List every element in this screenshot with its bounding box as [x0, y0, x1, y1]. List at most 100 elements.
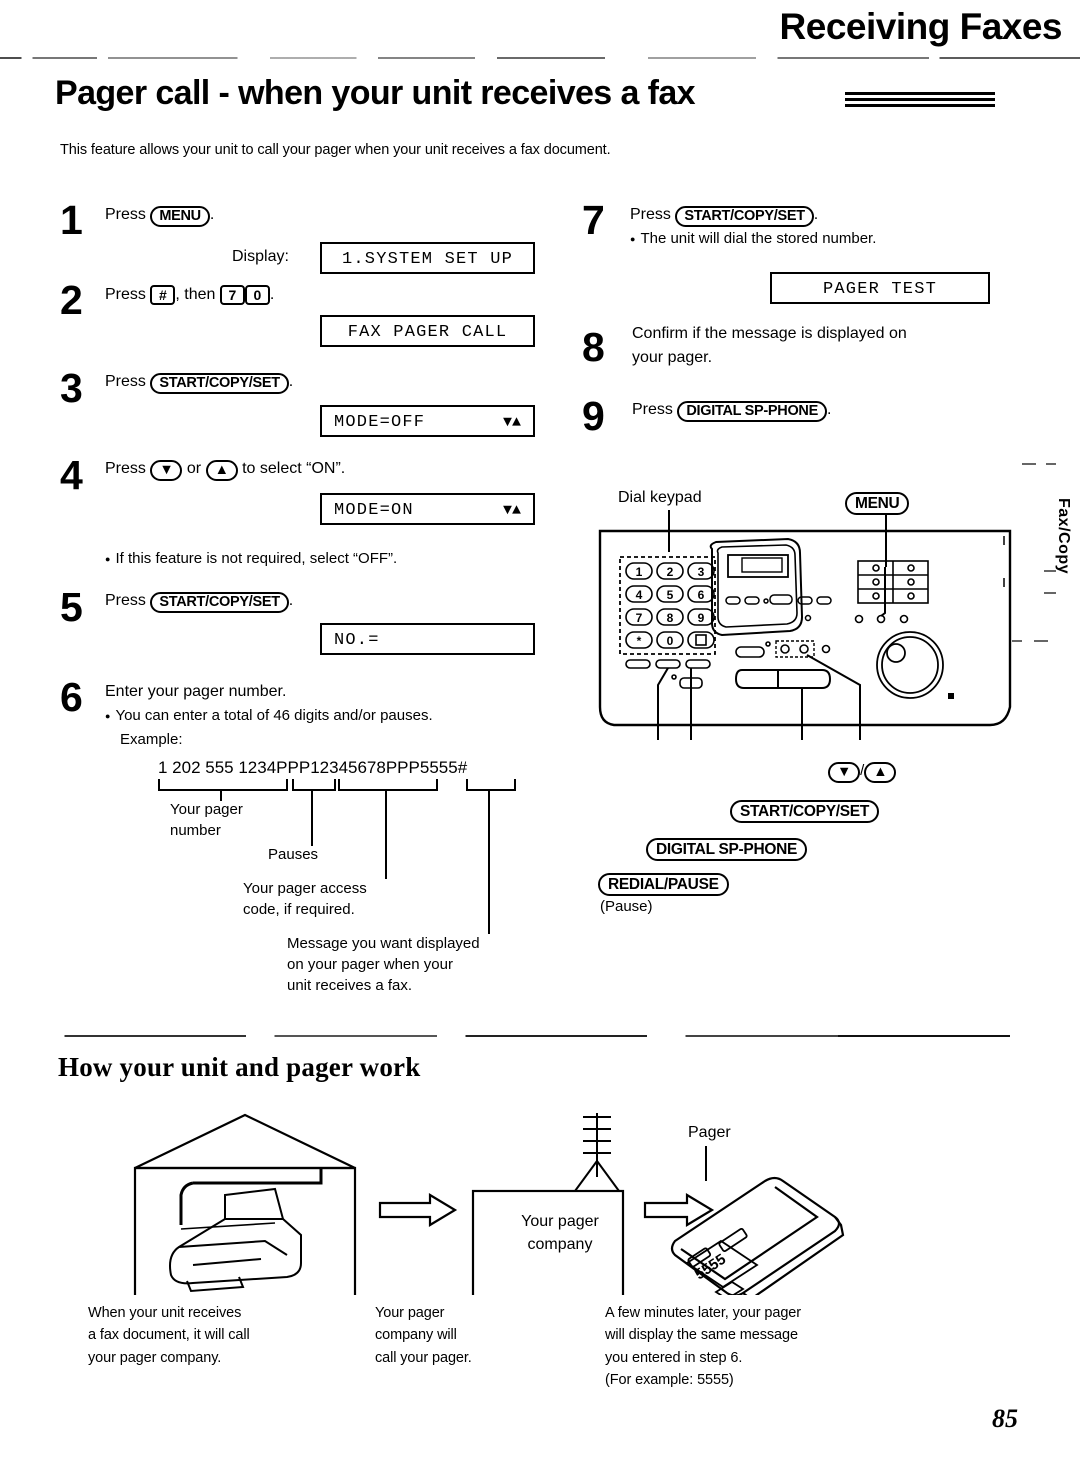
- example-access-code: 12345678: [310, 758, 386, 777]
- callout-access-code-line-2: code, if required.: [243, 901, 355, 918]
- section-divider: [55, 1035, 1010, 1037]
- lcd-arrow-indicators: ▼▲: [502, 414, 521, 431]
- bracket-pager-number: [158, 779, 288, 791]
- svg-text:6: 6: [698, 588, 705, 602]
- step-number-7: 7: [582, 197, 605, 243]
- side-tick-3: [1003, 536, 1005, 545]
- step-2-instruction: Press #, then 70.: [105, 285, 274, 305]
- chapter-title: Receiving Faxes: [779, 6, 1063, 47]
- svg-text:*: *: [637, 634, 642, 648]
- leader-pauses: [311, 789, 313, 846]
- step-1-text-pre: Press: [105, 206, 146, 223]
- redial-pause-key-legend: REDIAL/PAUSE: [598, 873, 729, 896]
- side-tick-8: [1034, 640, 1048, 642]
- lcd-arrow-indicators-2: ▼▲: [502, 502, 521, 519]
- step-4-text-pre: Press: [105, 460, 146, 477]
- step-number-1: 1: [60, 197, 83, 243]
- step-4-instruction: Press ▼ or ▲ to select “ON”.: [105, 459, 345, 481]
- step-1-text-post: .: [209, 206, 215, 223]
- caption-1-line-1: When your unit receives: [88, 1305, 242, 1321]
- callout-message-line-2: on your pager when your: [287, 956, 453, 973]
- svg-text:2: 2: [667, 565, 674, 579]
- lcd-mode-on: MODE=ON ▼▲: [320, 493, 535, 525]
- page-number: 85: [992, 1404, 1018, 1433]
- lcd-mode-off-value: MODE=OFF: [334, 413, 426, 432]
- caption-2-line-1: Your pager: [375, 1305, 445, 1321]
- step-9-text-pre: Press: [632, 401, 673, 418]
- side-tick-2: [1046, 463, 1056, 465]
- step-2-text-post: .: [269, 286, 275, 303]
- example-number-string: 1 202 555 1234PPP12345678PPP5555#: [158, 758, 467, 778]
- zero-key-legend: 0: [244, 285, 270, 305]
- svg-text:1: 1: [636, 565, 643, 579]
- svg-text:4: 4: [636, 588, 643, 602]
- display-label: Display:: [232, 248, 289, 265]
- example-pause-2: PPP: [385, 758, 420, 777]
- step-number-3: 3: [60, 365, 83, 411]
- caption-3-line-2: will display the same message: [605, 1327, 798, 1344]
- lcd-fax-pager-call: FAX PAGER CALL: [320, 315, 535, 347]
- step-4-note: If this feature is not required, select …: [105, 550, 397, 567]
- step-7-bullet: The unit will dial the stored number.: [630, 230, 876, 247]
- intro-paragraph: This feature allows your unit to call yo…: [60, 142, 611, 158]
- bracket-access-code: [338, 779, 438, 791]
- bracket-pauses: [292, 779, 336, 791]
- step-number-4: 4: [60, 452, 83, 498]
- hash-key-legend: #: [150, 285, 176, 305]
- caption-2: Your pager company will call your pager.: [375, 1302, 472, 1369]
- example-terminator: #: [457, 758, 468, 777]
- step-number-5: 5: [60, 584, 83, 630]
- pager-company-box-line-1: Your pager: [521, 1213, 599, 1230]
- side-tick-5: [1044, 570, 1056, 572]
- bracket-message: [466, 779, 516, 791]
- start-copy-set-key-legend-3: START/COPY/SET: [675, 206, 814, 227]
- step-3-text-pre: Press: [105, 373, 146, 390]
- step-5-text-post: .: [288, 592, 294, 609]
- menu-callout: MENU: [845, 492, 910, 515]
- caption-1: When your unit receives a fax document, …: [88, 1302, 250, 1369]
- svg-text:3: 3: [698, 565, 705, 579]
- leader-access-code: [385, 789, 387, 879]
- lcd-mode-off: MODE=OFF ▼▲: [320, 405, 535, 437]
- callout-message-line-3: unit receives a fax.: [287, 977, 413, 994]
- callout-pager-number-line-1: Your pager: [170, 801, 243, 818]
- side-tick-1: [1022, 463, 1036, 465]
- svg-text:5: 5: [667, 588, 674, 602]
- page-title: Pager call - when your unit receives a f…: [55, 74, 696, 112]
- fax-unit-control-panel-illustration: 1 2 3 4 5 6 7 8 9 * 0: [598, 529, 1012, 740]
- step-8-line-2: your pager.: [632, 349, 713, 366]
- step-5-text-pre: Press: [105, 592, 146, 609]
- title-underline-bars: [845, 92, 995, 110]
- example-message: 5555: [419, 758, 458, 777]
- callout-message-line-1: Message you want displayed: [287, 935, 480, 952]
- up-arrow-key-legend-diagram: ▲: [864, 762, 897, 783]
- callout-pager-number-line-2: number: [170, 822, 221, 839]
- start-copy-set-key-legend-2: START/COPY/SET: [150, 592, 289, 613]
- example-label: Example:: [120, 731, 183, 748]
- redial-pause-sub-label: (Pause): [600, 898, 653, 915]
- step-7-text-pre: Press: [630, 206, 671, 223]
- dial-keypad-label: Dial keypad: [618, 489, 702, 506]
- step-2-text-pre: Press: [105, 286, 146, 303]
- side-tick-7: [1012, 640, 1022, 642]
- step-9-text-post: .: [826, 401, 832, 418]
- start-copy-set-key-legend-diagram: START/COPY/SET: [730, 800, 879, 823]
- digital-sp-phone-key-legend-diagram: DIGITAL SP-PHONE: [646, 838, 808, 861]
- menu-key-legend-diagram: MENU: [845, 492, 910, 515]
- svg-text:9: 9: [698, 611, 705, 625]
- step-2-text-mid: , then: [175, 286, 216, 303]
- redial-pause-callout: REDIAL/PAUSE: [598, 873, 729, 896]
- lcd-system-set-up: 1.SYSTEM SET UP: [320, 242, 535, 274]
- step-4-text-post: to select “ON”.: [242, 460, 346, 477]
- step-9-instruction: Press DIGITAL SP-PHONE.: [632, 400, 831, 422]
- svg-text:8: 8: [667, 611, 674, 625]
- down-arrow-key-legend: ▼: [150, 460, 183, 481]
- digital-sp-phone-callout: DIGITAL SP-PHONE: [646, 838, 808, 861]
- caption-3: A few minutes later, your pager will dis…: [605, 1302, 801, 1392]
- caption-2-line-3: call your pager.: [375, 1349, 472, 1366]
- step-5-instruction: Press START/COPY/SET.: [105, 591, 293, 613]
- pager-flow-illustration: 5555: [133, 1113, 845, 1295]
- example-pager-number: 1 202 555 1234: [158, 758, 277, 777]
- step-1-instruction: Press MENU.: [105, 205, 214, 227]
- header-divider: [0, 57, 1080, 59]
